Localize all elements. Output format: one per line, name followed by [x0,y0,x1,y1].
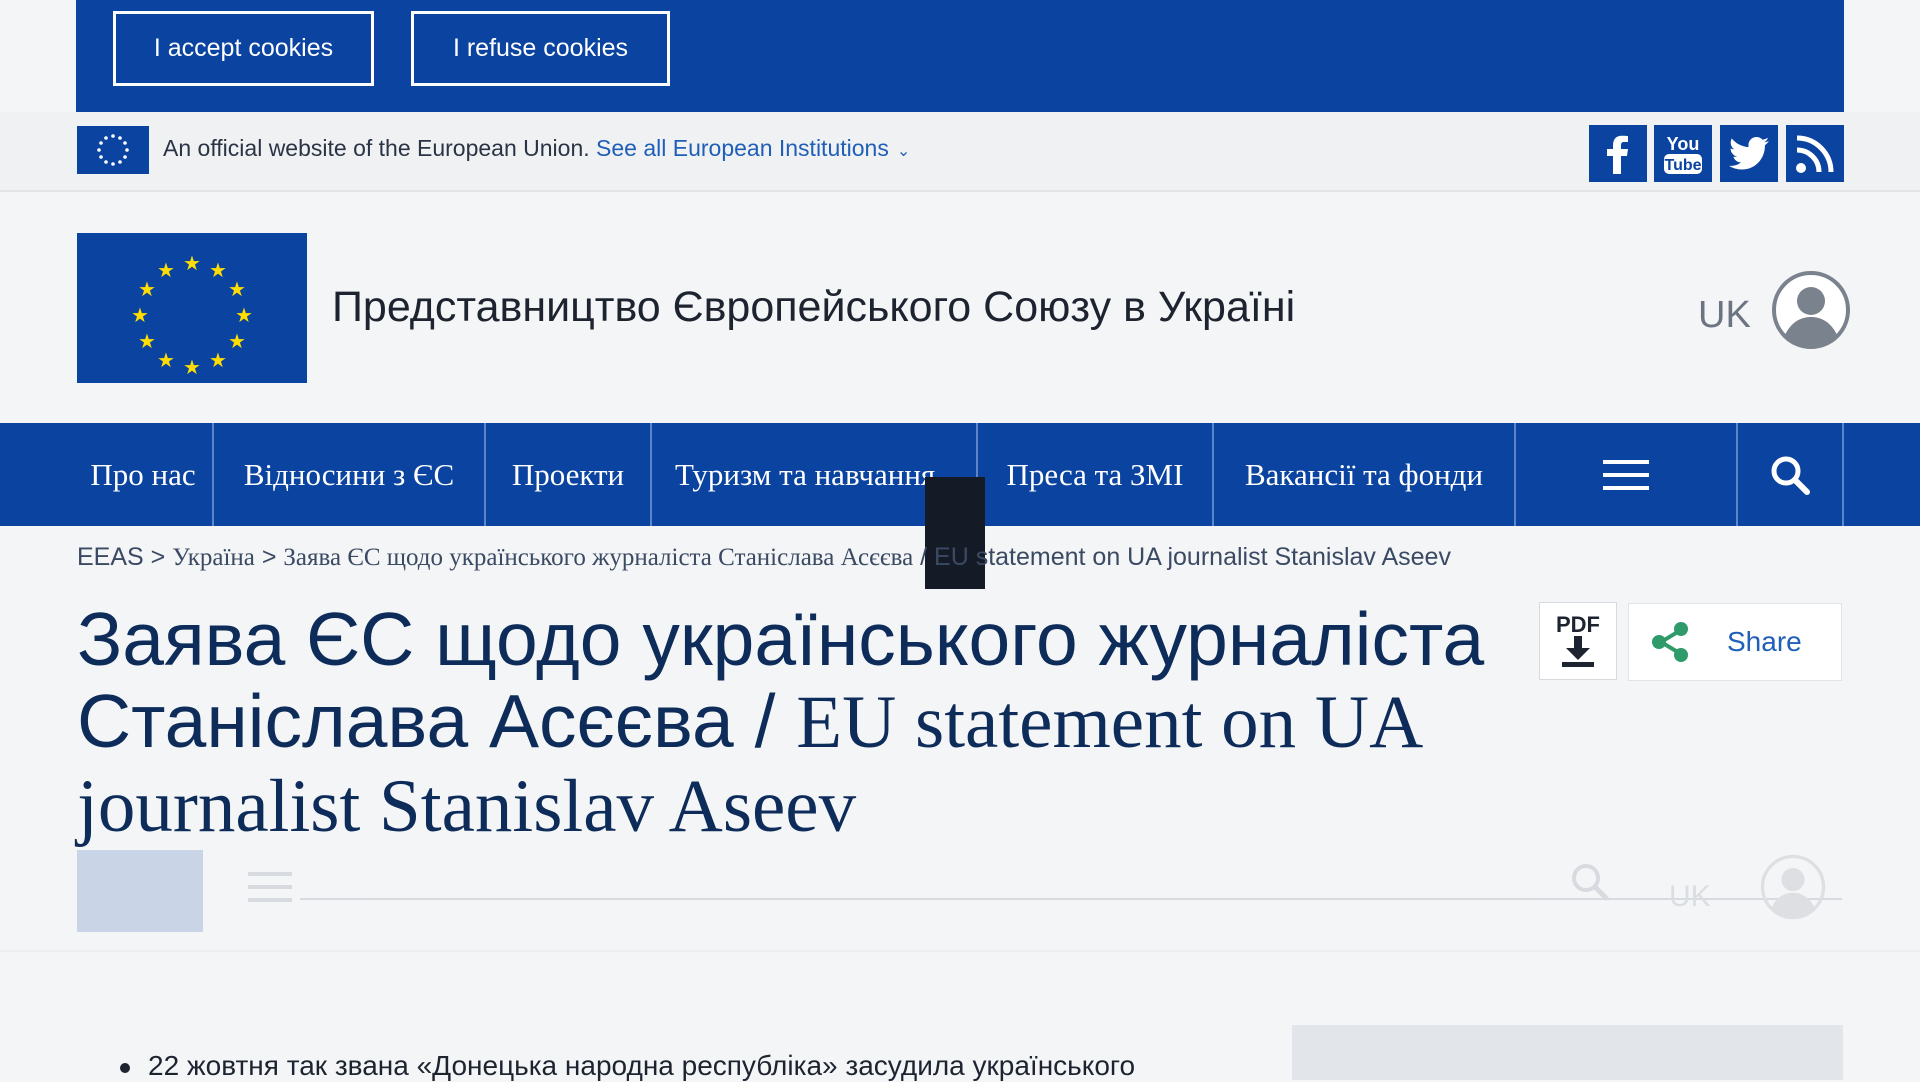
list-item-text: 22 жовтня так звана «Донецька народна ре… [148,1050,1136,1081]
nav-item-projects[interactable]: Проекти [486,423,650,526]
svg-text:★: ★ [157,348,175,372]
breadcrumb-current-uk: Заява ЄС щодо українського журналіста Ст… [283,544,914,571]
svg-text:★: ★ [183,355,201,379]
nav-item-about[interactable]: Про нас [74,423,212,526]
svg-text:★: ★ [131,303,149,327]
rss-icon[interactable] [1786,125,1844,182]
twitter-icon[interactable] [1720,125,1778,182]
see-all-institutions-link[interactable]: See all European Institutions [596,135,889,161]
official-website-text: An official website of the European Unio… [163,135,590,161]
accept-cookies-button[interactable]: I accept cookies [113,11,374,86]
eu-flag-logo[interactable]: ★ ★ ★ ★ ★ ★ ★ ★ ★ ★ ★ ★ [77,233,307,383]
share-button[interactable]: Share [1628,603,1842,681]
breadcrumb: EEAS > Україна > Заява ЄС щодо українськ… [77,543,1451,572]
svg-text:★: ★ [209,348,227,372]
svg-text:★: ★ [228,329,246,353]
language-selector[interactable]: UK [1698,294,1751,337]
page-title-line-1: Заява ЄС щодо українського журналіста [77,597,1485,681]
nav-item-press-media[interactable]: Преса та ЗМІ [978,423,1212,526]
pdf-download-button[interactable]: PDF [1539,602,1617,680]
ghost-divider [300,898,1842,900]
refuse-cookies-button[interactable]: I refuse cookies [411,11,670,86]
youtube-icon[interactable]: You Tube [1654,125,1712,182]
overlay-block [925,477,985,589]
hamburger-menu-icon[interactable] [1516,423,1736,526]
language-ghost: UK [1669,880,1711,913]
page-title: Заява ЄС щодо українського журналіста Ст… [77,598,1507,848]
site-title: Представництво Європейського Союзу в Укр… [332,283,1296,331]
hamburger-ghost-icon [248,872,292,902]
nav-item-eu-relations[interactable]: Відносини з ЄС [214,423,484,526]
page-title-line-2-en: EU statement on UA [796,681,1424,764]
svg-text:★: ★ [138,277,156,301]
list-item: 22 жовтня так звана «Донецька народна ре… [120,1050,1135,1082]
nav-divider [1842,423,1844,526]
sidebar-panel [1292,1025,1843,1080]
breadcrumb-eeas-link[interactable]: EEAS [77,543,144,571]
share-label: Share [1727,626,1802,657]
user-ghost-icon [1760,854,1826,920]
share-icon [1652,622,1688,662]
svg-text:★: ★ [183,251,201,275]
breadcrumb-ukraine-link[interactable]: Україна [172,544,255,571]
user-account-icon[interactable] [1771,270,1851,350]
facebook-icon[interactable] [1589,125,1647,182]
pdf-label: PDF [1556,612,1600,637]
eu-flag-small-icon [77,126,149,174]
download-icon [1562,636,1594,667]
search-icon[interactable] [1738,423,1842,526]
svg-text:★: ★ [209,258,227,282]
bullet-dot [120,1062,130,1073]
section-divider [0,950,1920,952]
svg-text:★: ★ [138,329,156,353]
nav-item-vacancies-funding[interactable]: Вакансії та фонди [1214,423,1514,526]
youtube-label-top: You [1667,134,1700,154]
search-ghost-icon [1570,862,1610,902]
page-title-line-3: journalist Stanislav Aseev [77,765,857,848]
sticky-header-ghost: UK [0,840,1920,950]
chevron-down-icon[interactable]: ⌄ [897,143,910,160]
breadcrumb-separator: > [254,543,284,571]
youtube-label-bottom: Tube [1664,157,1701,174]
svg-text:★: ★ [228,277,246,301]
svg-text:★: ★ [235,303,253,327]
breadcrumb-separator: > [143,543,173,571]
eu-flag-ghost-icon [77,850,203,932]
breadcrumb-current-en: / EU statement on UA journalist Stanisla… [913,543,1451,571]
svg-text:★: ★ [157,258,175,282]
page-title-line-2-uk: Станіслава Асєєва / [77,679,797,763]
official-website-notice: An official website of the European Unio… [163,135,910,162]
